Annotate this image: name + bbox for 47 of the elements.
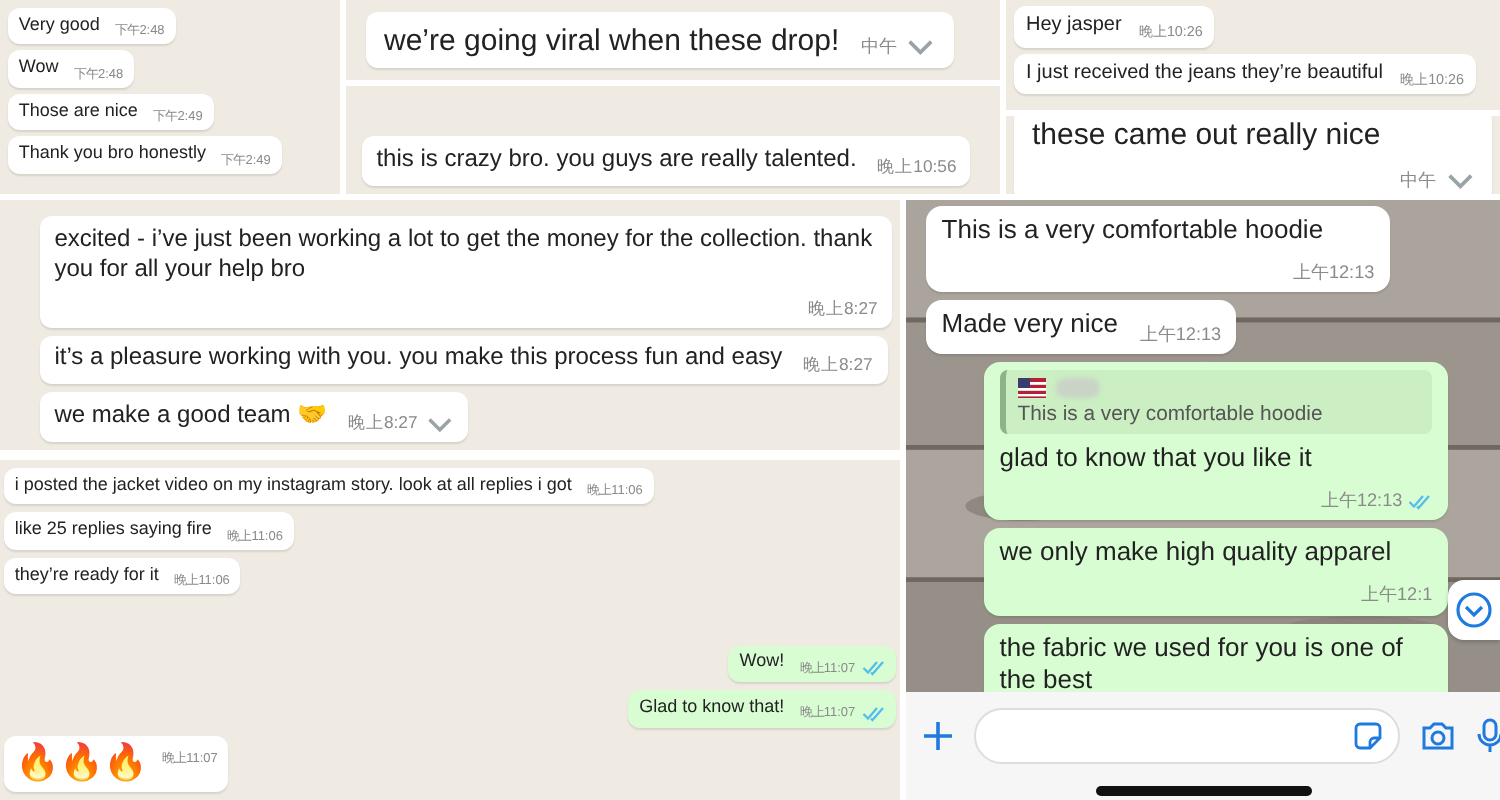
message-text: the fabric we used for you is one of the best (999, 631, 1405, 692)
message-text: these came out really nice (1032, 116, 1381, 156)
message-text: This is a very comfortable hoodie (941, 213, 1324, 248)
camera-icon[interactable] (1420, 720, 1456, 752)
quoted-message[interactable]: This is a very comfortable hoodie (999, 369, 1433, 434)
message-text: like 25 replies saying fire (14, 518, 212, 542)
message-text: we’re going viral when these drop! (384, 21, 840, 61)
sticker-icon[interactable] (1354, 722, 1382, 750)
message-text: we make a good team 🤝 (54, 400, 328, 432)
plus-icon[interactable] (922, 720, 954, 752)
message-time: 晚上8:27 (347, 412, 418, 437)
message-text: 🔥🔥🔥 (14, 740, 147, 787)
message-time: 中午 (1399, 168, 1436, 194)
message-text: Hey jasper (1026, 12, 1122, 38)
message-text: Made very nice (941, 308, 1118, 343)
message-time: 上午12:13 (1320, 488, 1403, 515)
message-text: excited - i’ve just been working a lot to get the money for the collection. thank you for all your help bro (54, 223, 875, 286)
flag-icon (1017, 377, 1046, 398)
message-time: 上午12:13 (1139, 321, 1222, 348)
message-text: it’s a pleasure working with you. you make this process fun and easy (54, 342, 783, 375)
caret-icon[interactable] (1445, 172, 1474, 191)
caret-icon[interactable] (426, 415, 455, 433)
message-time: 上午12:1 (1361, 582, 1433, 609)
message-text: I just received the jeans they’re beautiful (1026, 59, 1383, 86)
message-time: 晚上8:27 (803, 354, 873, 379)
message-text: Those are nice (18, 99, 138, 123)
message-text: i posted the jacket video on my instagram story. look at all replies i got (14, 473, 572, 497)
message-time: 晚上10:56 (877, 156, 957, 180)
message-text: Thank you bro honestly (18, 142, 206, 166)
quoted-text: This is a very comfortable hoodie (1017, 403, 1325, 426)
message-text: Wow! (739, 650, 785, 675)
message-input-field[interactable] (974, 708, 1400, 764)
message-text: Glad to know that! (639, 695, 785, 720)
message-text: Very good (18, 13, 100, 37)
blurred-name (1055, 377, 1100, 398)
message-time: 中午 (860, 33, 897, 60)
caret-icon[interactable] (906, 37, 936, 56)
message-text: we only make high quality apparel (999, 536, 1392, 571)
scroll-down-button[interactable] (1448, 580, 1500, 640)
message-text: glad to know that you like it (999, 441, 1312, 476)
chevron-down-icon (1454, 590, 1494, 630)
message-text: Wow (18, 56, 59, 80)
microphone-icon[interactable] (1476, 718, 1500, 754)
message-time: 上午12:13 (1292, 260, 1375, 287)
message-text: this is crazy bro. you guys are really talented. (376, 143, 857, 176)
message-text: they’re ready for it (14, 563, 159, 587)
message-time: 晚上8:27 (808, 297, 878, 322)
